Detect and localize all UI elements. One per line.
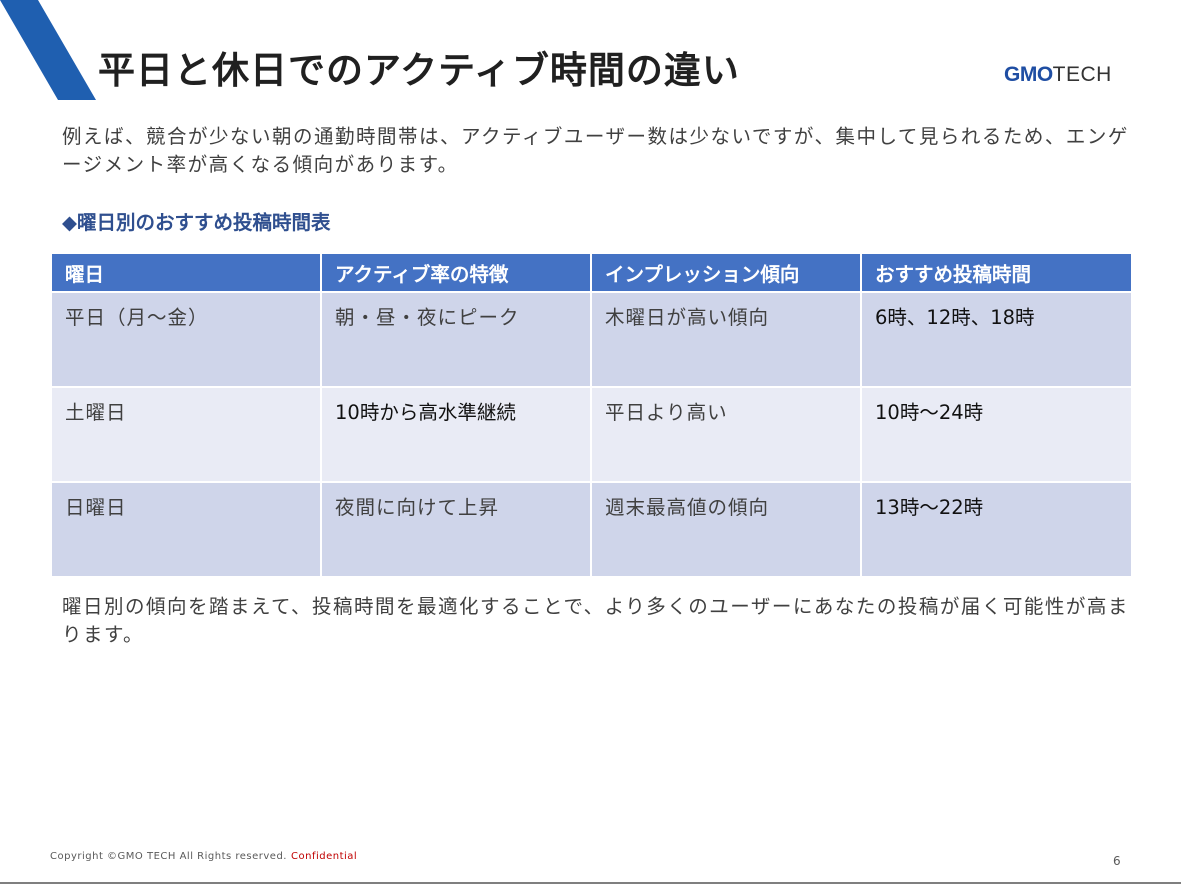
cell-impression-trend: 平日より高い xyxy=(590,386,862,483)
cell-active-rate: 朝・昼・夜にピーク xyxy=(320,291,592,388)
section-heading: ◆曜日別のおすすめ投稿時間表 xyxy=(62,211,331,234)
table-row: 日曜日 夜間に向けて上昇 週末最高値の傾向 13時～22時 xyxy=(50,481,1133,578)
cell-active-rate: 夜間に向けて上昇 xyxy=(320,481,592,578)
intro-paragraph: 例えば、競合が少ない朝の通勤時間帯は、アクティブユーザー数は少ないですが、集中し… xyxy=(62,125,1129,176)
cell-recommended-time: 6時、12時、18時 xyxy=(860,291,1133,388)
page-number: 6 xyxy=(1113,854,1121,868)
logo-tech: TECH xyxy=(1052,63,1112,86)
cell-day: 土曜日 xyxy=(50,386,322,483)
cell-recommended-time: 10時～24時 xyxy=(860,386,1133,483)
header-day: 曜日 xyxy=(50,252,322,293)
table-header-row: 曜日 アクティブ率の特徴 インプレッション傾向 おすすめ投稿時間 xyxy=(50,252,1133,293)
summary-paragraph: 曜日別の傾向を踏まえて、投稿時間を最適化することで、より多くのユーザーにあなたの… xyxy=(62,595,1129,646)
footer: Copyright ©GMO TECH All Rights reserved.… xyxy=(50,851,357,862)
table-row: 土曜日 10時から高水準継続 平日より高い 10時～24時 xyxy=(50,386,1133,483)
header-active-rate: アクティブ率の特徴 xyxy=(320,252,592,293)
corner-accent-stripe xyxy=(0,0,96,100)
bottom-divider xyxy=(0,882,1181,884)
posting-schedule-table: 曜日 アクティブ率の特徴 インプレッション傾向 おすすめ投稿時間 平日（月～金）… xyxy=(50,252,1133,578)
cell-impression-trend: 週末最高値の傾向 xyxy=(590,481,862,578)
cell-impression-trend: 木曜日が高い傾向 xyxy=(590,291,862,388)
header-impression-trend: インプレッション傾向 xyxy=(590,252,862,293)
logo-gmo: GMO xyxy=(1004,63,1053,86)
header-recommended-time: おすすめ投稿時間 xyxy=(860,252,1133,293)
page-title: 平日と休日でのアクティブ時間の違い xyxy=(98,49,740,92)
table-row: 平日（月～金） 朝・昼・夜にピーク 木曜日が高い傾向 6時、12時、18時 xyxy=(50,291,1133,388)
confidential-label: Confidential xyxy=(291,851,358,862)
copyright-text: Copyright ©GMO TECH All Rights reserved. xyxy=(50,851,287,862)
cell-active-rate: 10時から高水準継続 xyxy=(320,386,592,483)
cell-recommended-time: 13時～22時 xyxy=(860,481,1133,578)
gmo-tech-logo: GMOTECH xyxy=(1004,63,1112,87)
cell-day: 日曜日 xyxy=(50,481,322,578)
cell-day: 平日（月～金） xyxy=(50,291,322,388)
